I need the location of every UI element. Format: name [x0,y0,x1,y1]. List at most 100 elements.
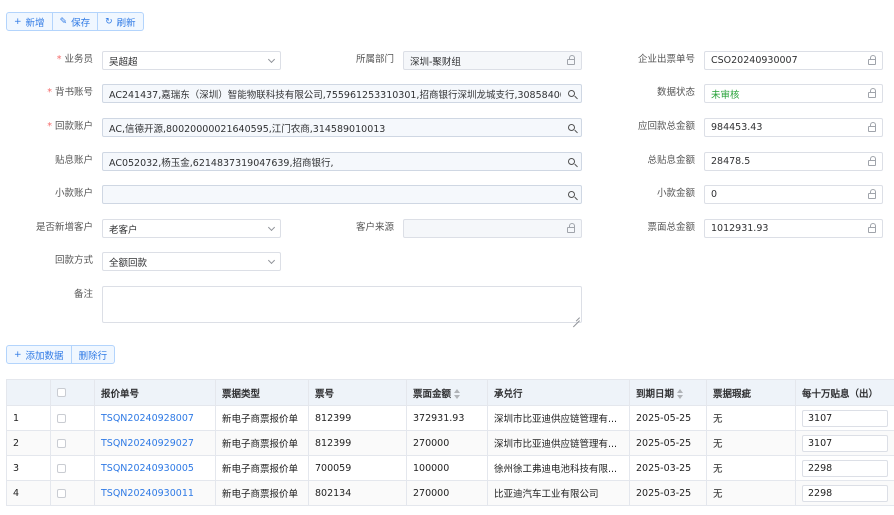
repay-account-field[interactable]: AC,信德开源,80020000021640595,江门农商,314589010… [102,118,582,137]
amount-cell: 270000 [406,430,488,456]
chevron-down-icon [267,55,276,63]
sort-icon[interactable] [454,389,461,399]
due-date-header[interactable]: 到期日期 [629,379,707,406]
table-row[interactable]: 2 TSQN20240929027 新电子商票报价单 812399 270000… [6,430,894,456]
sort-icon[interactable] [677,389,684,399]
salesperson-label: * 业务员 [56,54,93,65]
repay-method-label: 回款方式 [54,255,93,266]
discount-cell: 3107 [795,405,894,431]
row-checkbox[interactable] [57,488,66,498]
new-customer-select[interactable]: 老客户 [102,219,281,238]
row-checkbox[interactable] [57,438,66,448]
small-amount-field: 0 [704,185,883,204]
chevron-down-icon [267,223,276,231]
quote-no-link[interactable]: TSQN20240930011 [94,480,216,506]
endorse-account-field[interactable]: AC241437,嘉瑞东（深圳）智能物联科技有限公司,7559612533103… [102,84,582,103]
bill-type-cell: 新电子商票报价单 [215,430,309,456]
search-icon[interactable] [568,90,575,97]
bill-no-header[interactable]: 票号 [308,379,407,406]
index-header [6,379,51,406]
discount-account-field[interactable]: AC052032,杨玉金,6214837319047639,招商银行, [102,152,582,171]
defect-header[interactable]: 票据瑕疵 [706,379,796,406]
due-date-cell: 2025-03-25 [629,455,707,481]
bill-type-cell: 新电子商票报价单 [215,405,309,431]
small-account-field[interactable] [102,185,582,204]
row-select-cell[interactable] [50,480,95,506]
lock-icon [868,122,876,132]
quote-no-link[interactable]: TSQN20240928007 [94,405,216,431]
search-icon[interactable] [568,124,575,131]
face-total-label: 票面总金额 [647,222,695,233]
discount-header[interactable]: 每十万贴息（出） [795,379,894,406]
quote-no-link[interactable]: TSQN20240930005 [94,455,216,481]
lock-icon [868,189,876,199]
quote-no-link[interactable]: TSQN20240929027 [94,430,216,456]
row-select-cell[interactable] [50,455,95,481]
remark-label: 备注 [73,289,93,300]
bill-type-cell: 新电子商票报价单 [215,480,309,506]
add-data-button[interactable]: + 添加数据 [6,345,72,364]
defect-cell: 无 [706,455,796,481]
table-row[interactable]: 3 TSQN20240930005 新电子商票报价单 700059 100000… [6,455,894,481]
discount-input[interactable]: 2298 [802,484,888,502]
amount-header[interactable]: 票面金额 [406,379,488,406]
data-status-label: 数据状态 [656,87,695,98]
acceptor-cell: 深圳市比亚迪供应链管理有... [487,430,630,456]
chevron-down-icon [267,256,276,264]
bill-type-header[interactable]: 票据类型 [215,379,309,406]
row-index: 3 [6,455,51,481]
row-select-cell[interactable] [50,430,95,456]
salesperson-select[interactable]: 吴超超 [102,51,281,70]
receivable-amount-field: 984453.43 [704,118,883,137]
due-date-cell: 2025-05-25 [629,405,707,431]
table-row[interactable]: 4 TSQN20240930011 新电子商票报价单 802134 270000… [6,480,894,506]
remark-textarea[interactable] [102,286,582,323]
department-label: 所属部门 [355,54,394,65]
defect-cell: 无 [706,405,796,431]
amount-cell: 270000 [406,480,488,506]
defect-cell: 无 [706,430,796,456]
table-header-row: 报价单号 票据类型 票号 票面金额 承兑行 到期日期 票据瑕疵 每十万贴息（出） [6,379,894,406]
add-button[interactable]: + 新增 [6,12,53,31]
new-customer-label: 是否新增客户 [35,222,93,233]
discount-input[interactable]: 2298 [802,459,888,477]
bill-no-cell: 700059 [308,455,407,481]
discount-cell: 2298 [795,480,894,506]
bill-no-cell: 812399 [308,405,407,431]
resize-handle-icon[interactable] [573,314,580,321]
refresh-button[interactable]: ↻ 刷新 [98,12,144,31]
acceptor-cell: 徐州徐工弗迪电池科技有限... [487,455,630,481]
select-all-checkbox[interactable] [57,388,66,397]
acceptor-cell: 深圳市比亚迪供应链管理有... [487,405,630,431]
face-total-field: 1012931.93 [704,219,883,238]
discount-cell: 3107 [795,430,894,456]
row-checkbox[interactable] [57,413,66,423]
table-row[interactable]: 1 TSQN20240928007 新电子商票报价单 812399 372931… [6,405,894,431]
acceptor-header[interactable]: 承兑行 [487,379,630,406]
quote-no-header[interactable]: 报价单号 [94,379,216,406]
lock-icon [868,88,876,98]
row-checkbox[interactable] [57,463,66,473]
edit-icon: ✎ [59,16,68,27]
customer-source-field [403,219,582,238]
small-amount-label: 小款金额 [656,188,695,199]
bill-type-cell: 新电子商票报价单 [215,455,309,481]
search-icon[interactable] [568,191,575,198]
refresh-icon: ↻ [105,16,113,27]
delete-row-button[interactable]: 删除行 [71,345,116,364]
plus-icon: + [14,349,22,360]
discount-input[interactable]: 3107 [802,434,888,452]
discount-input[interactable]: 3107 [802,409,888,427]
bill-no-cell: 802134 [308,480,407,506]
row-select-cell[interactable] [50,405,95,431]
main-toolbar: + 新增 ✎ 保存 ↻ 刷新 [6,12,144,31]
lock-icon [567,55,575,65]
amount-cell: 372931.93 [406,405,488,431]
row-index: 2 [6,430,51,456]
repay-method-select[interactable]: 全额回款 [102,252,281,271]
select-all-header[interactable] [50,379,95,406]
row-index: 1 [6,405,51,431]
save-button[interactable]: ✎ 保存 [52,12,99,31]
lock-icon [868,55,876,65]
search-icon[interactable] [568,158,575,165]
